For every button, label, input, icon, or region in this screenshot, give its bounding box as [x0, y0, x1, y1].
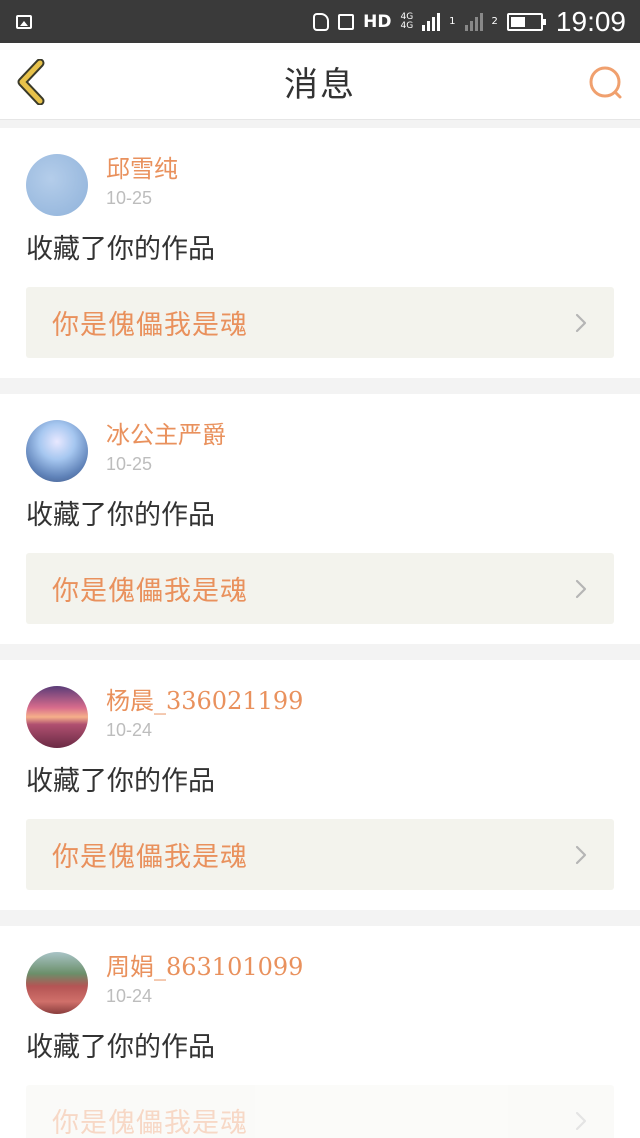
chevron-right-icon — [575, 845, 587, 864]
message-card: 冰公主严爵 10-25 收藏了你的作品 你是傀儡我是魂 — [0, 394, 640, 644]
user-name[interactable]: 周娟_863101099 — [106, 952, 303, 982]
battery-icon — [506, 12, 546, 31]
signal-strength-1-icon — [422, 12, 441, 31]
user-name[interactable]: 杨晨_336021199 — [106, 686, 303, 716]
sim-card-icon — [313, 12, 330, 31]
chevron-right-icon — [575, 313, 587, 332]
hd-indicator: HD — [363, 11, 392, 32]
sim-1-label: 1 — [449, 16, 456, 27]
message-date: 10-25 — [106, 188, 153, 208]
user-name[interactable]: 邱雪纯 — [106, 154, 178, 184]
nav-bar: 消息 — [0, 43, 640, 120]
chevron-left-icon — [17, 58, 45, 106]
page-title: 消息 — [284, 64, 356, 105]
chevron-right-icon — [575, 1111, 587, 1130]
avatar[interactable] — [26, 420, 88, 482]
work-link[interactable]: 你是傀儡我是魂 — [26, 819, 614, 890]
work-link[interactable]: 你是傀儡我是魂 — [26, 1085, 614, 1138]
message-card: 周娟_863101099 10-24 收藏了你的作品 你是傀儡我是魂 — [0, 926, 640, 1138]
work-link[interactable]: 你是傀儡我是魂 — [26, 287, 614, 358]
sim-2-label: 2 — [491, 16, 498, 27]
avatar[interactable] — [26, 154, 88, 216]
work-link[interactable]: 你是傀儡我是魂 — [26, 553, 614, 624]
work-title: 你是傀儡我是魂 — [52, 1108, 248, 1138]
avatar[interactable] — [26, 686, 88, 748]
signal-strength-2-icon — [464, 12, 483, 31]
action-text: 收藏了你的作品 — [26, 1032, 215, 1063]
network-type: 4G 4G — [400, 11, 414, 31]
work-title: 你是傀儡我是魂 — [52, 842, 248, 873]
work-title: 你是傀儡我是魂 — [52, 310, 248, 341]
back-button[interactable] — [14, 58, 54, 106]
action-text: 收藏了你的作品 — [26, 500, 215, 531]
action-text: 收藏了你的作品 — [26, 234, 215, 265]
message-list: 邱雪纯 10-25 收藏了你的作品 你是傀儡我是魂 冰公主严爵 10-25 收藏… — [0, 120, 640, 1138]
message-date: 10-25 — [106, 454, 153, 474]
message-card: 杨晨_336021199 10-24 收藏了你的作品 你是傀儡我是魂 — [0, 660, 640, 910]
message-card: 邱雪纯 10-25 收藏了你的作品 你是傀儡我是魂 — [0, 128, 640, 378]
action-text: 收藏了你的作品 — [26, 766, 215, 797]
search-button[interactable] — [586, 63, 626, 103]
status-bar: HD 4G 4G 1 2 19:09 — [0, 0, 640, 43]
search-icon — [589, 66, 622, 99]
chevron-right-icon — [575, 579, 587, 598]
work-title: 你是傀儡我是魂 — [52, 576, 248, 607]
lock-icon — [338, 13, 355, 30]
message-date: 10-24 — [106, 986, 153, 1006]
message-date: 10-24 — [106, 720, 153, 740]
avatar[interactable] — [26, 952, 88, 1014]
user-name[interactable]: 冰公主严爵 — [106, 420, 226, 450]
image-notification-icon — [16, 14, 32, 29]
clock: 19:09 — [555, 5, 626, 37]
